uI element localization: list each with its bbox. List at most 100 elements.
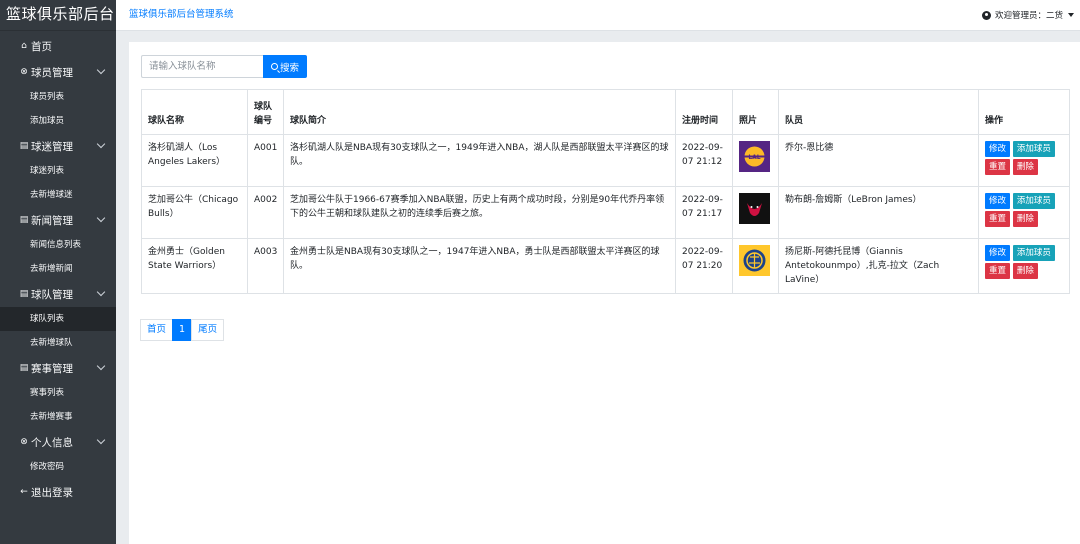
cell-players: 乔尔-恩比德 (778, 134, 979, 187)
search-input[interactable] (141, 55, 263, 78)
chevron-down-icon (96, 65, 106, 75)
nav-match-management[interactable]: ▤ 赛事管理 (0, 355, 116, 381)
document-icon: ▤ (19, 363, 29, 373)
user-circle-icon: ⊗ (20, 437, 28, 447)
bulls-logo-icon (739, 193, 770, 224)
main-content: 搜索 球队名称 球队编号 球队简介 注册时间 照片 队员 操作 洛杉矶湖人（Lo… (129, 42, 1080, 544)
col-team-intro: 球队简介 (283, 89, 676, 135)
sub-item-add-player[interactable]: 添加球员 (0, 109, 116, 133)
chevron-down-icon (96, 435, 106, 445)
cell-register-time: 2022-09-07 21:12 (675, 134, 733, 187)
delete-button[interactable]: 删除 (1012, 211, 1038, 227)
user-greeting: 欢迎管理员：二货 (994, 11, 1063, 21)
user-menu[interactable]: 欢迎管理员：二货 (981, 9, 1074, 21)
nav-fan-management[interactable]: ▤ 球迷管理 (0, 133, 116, 159)
document-icon: ▤ (19, 289, 29, 299)
nav-label: 球队管理 (31, 288, 73, 301)
cell-register-time: 2022-09-07 21:17 (675, 186, 733, 239)
edit-button[interactable]: 修改 (985, 193, 1011, 209)
sub-item-player-list[interactable]: 球员列表 (0, 85, 116, 109)
reset-button[interactable]: 重置 (985, 159, 1011, 175)
chevron-down-icon (96, 361, 106, 371)
search-icon (270, 63, 278, 70)
lakers-logo-icon: LAL (739, 141, 770, 172)
user-icon (981, 10, 991, 20)
team-table: 球队名称 球队编号 球队简介 注册时间 照片 队员 操作 洛杉矶湖人（Los A… (141, 89, 1070, 294)
col-team-name: 球队名称 (141, 89, 248, 135)
sub-item-add-fan[interactable]: 去新增球迷 (0, 183, 116, 207)
delete-button[interactable]: 删除 (1012, 159, 1038, 175)
nav-logout-label: 退出登录 (31, 486, 73, 499)
search-button-label: 搜索 (279, 62, 299, 74)
col-photo: 照片 (732, 89, 779, 135)
sub-item-add-match[interactable]: 去新增赛事 (0, 405, 116, 429)
user-circle-icon: ⊗ (20, 67, 28, 77)
nav-team-management[interactable]: ▤ 球队管理 (0, 281, 116, 307)
sub-item-change-password[interactable]: 修改密码 (0, 455, 116, 479)
cell-actions: 修改 添加球员 重置 删除 (978, 134, 1070, 187)
sidebar: 篮球俱乐部后台 ⌂ 首页 ⊗ 球员管理 球员列表 添加球员 ▤ 球迷管理 球迷列… (0, 0, 116, 544)
search-button[interactable]: 搜索 (263, 55, 307, 78)
top-header: 篮球俱乐部后台管理系统 欢迎管理员：二货 (116, 0, 1080, 31)
svg-text:LAL: LAL (748, 154, 760, 161)
cell-actions: 修改 添加球员 重置 删除 (978, 186, 1070, 239)
col-team-code: 球队编号 (247, 89, 284, 135)
chevron-down-icon (96, 287, 106, 297)
page-first[interactable]: 首页 (140, 319, 174, 341)
edit-button[interactable]: 修改 (985, 141, 1011, 157)
page-last[interactable]: 尾页 (191, 319, 225, 341)
cell-team-intro: 金州勇士队是NBA现有30支球队之一，1947年进入NBA，勇士队是西部联盟太平… (283, 238, 676, 294)
nav-label: 个人信息 (31, 436, 73, 449)
cell-team-name: 芝加哥公牛（Chicago Bulls） (141, 186, 248, 239)
brand-title: 篮球俱乐部后台 (0, 0, 116, 31)
cell-team-intro: 芝加哥公牛队于1966-67赛季加入NBA联盟，历史上有两个成功时段，分别是90… (283, 186, 676, 239)
add-player-button[interactable]: 添加球员 (1012, 141, 1055, 157)
col-players: 队员 (778, 89, 979, 135)
nav-home[interactable]: ⌂ 首页 (0, 33, 116, 59)
edit-button[interactable]: 修改 (985, 245, 1011, 261)
delete-button[interactable]: 删除 (1012, 263, 1038, 279)
sub-item-add-news[interactable]: 去新增新闻 (0, 257, 116, 281)
cell-team-code: A001 (247, 134, 284, 187)
reset-button[interactable]: 重置 (985, 263, 1011, 279)
cell-photo: LAL (732, 134, 779, 187)
cell-team-code: A003 (247, 238, 284, 294)
sub-item-team-list[interactable]: 球队列表 (0, 307, 116, 331)
system-title[interactable]: 篮球俱乐部后台管理系统 (129, 6, 234, 20)
nav-player-management[interactable]: ⊗ 球员管理 (0, 59, 116, 85)
nav-label: 球员管理 (31, 66, 73, 79)
add-player-button[interactable]: 添加球员 (1012, 245, 1055, 261)
cell-team-name: 洛杉矶湖人（Los Angeles Lakers） (141, 134, 248, 187)
col-actions: 操作 (978, 89, 1070, 135)
sub-item-news-list[interactable]: 新闻信息列表 (0, 233, 116, 257)
nav-home-label: 首页 (31, 40, 52, 53)
caret-down-icon (1068, 13, 1074, 17)
reset-button[interactable]: 重置 (985, 211, 1011, 227)
page-current[interactable]: 1 (172, 319, 193, 341)
chevron-down-icon (96, 213, 106, 223)
table-row: 芝加哥公牛（Chicago Bulls） A002 芝加哥公牛队于1966-67… (141, 186, 1070, 239)
nav-label: 赛事管理 (31, 362, 73, 375)
warriors-logo-icon (739, 245, 770, 276)
home-icon: ⌂ (21, 41, 27, 51)
document-icon: ▤ (19, 141, 29, 151)
add-player-button[interactable]: 添加球员 (1012, 193, 1055, 209)
document-icon: ▤ (19, 215, 29, 225)
cell-players: 扬尼斯-阿德托昆博（Giannis Antetokounmpo）,扎克-拉文（Z… (778, 238, 979, 294)
cell-actions: 修改 添加球员 重置 删除 (978, 238, 1070, 294)
table-row: 金州勇士（Golden State Warriors） A003 金州勇士队是N… (141, 238, 1070, 294)
nav-logout[interactable]: ← 退出登录 (0, 479, 116, 505)
cell-photo (732, 186, 779, 239)
nav-personal-info[interactable]: ⊗ 个人信息 (0, 429, 116, 455)
cell-register-time: 2022-09-07 21:20 (675, 238, 733, 294)
sub-item-fan-list[interactable]: 球迷列表 (0, 159, 116, 183)
cell-players: 勒布朗-詹姆斯（LeBron James） (778, 186, 979, 239)
cell-team-name: 金州勇士（Golden State Warriors） (141, 238, 248, 294)
search-bar: 搜索 (141, 55, 307, 78)
sub-item-match-list[interactable]: 赛事列表 (0, 381, 116, 405)
nav-news-management[interactable]: ▤ 新闻管理 (0, 207, 116, 233)
pagination: 首页 1 尾页 (140, 319, 225, 341)
nav-label: 球迷管理 (31, 140, 73, 153)
sub-item-add-team[interactable]: 去新增球队 (0, 331, 116, 355)
cell-photo (732, 238, 779, 294)
